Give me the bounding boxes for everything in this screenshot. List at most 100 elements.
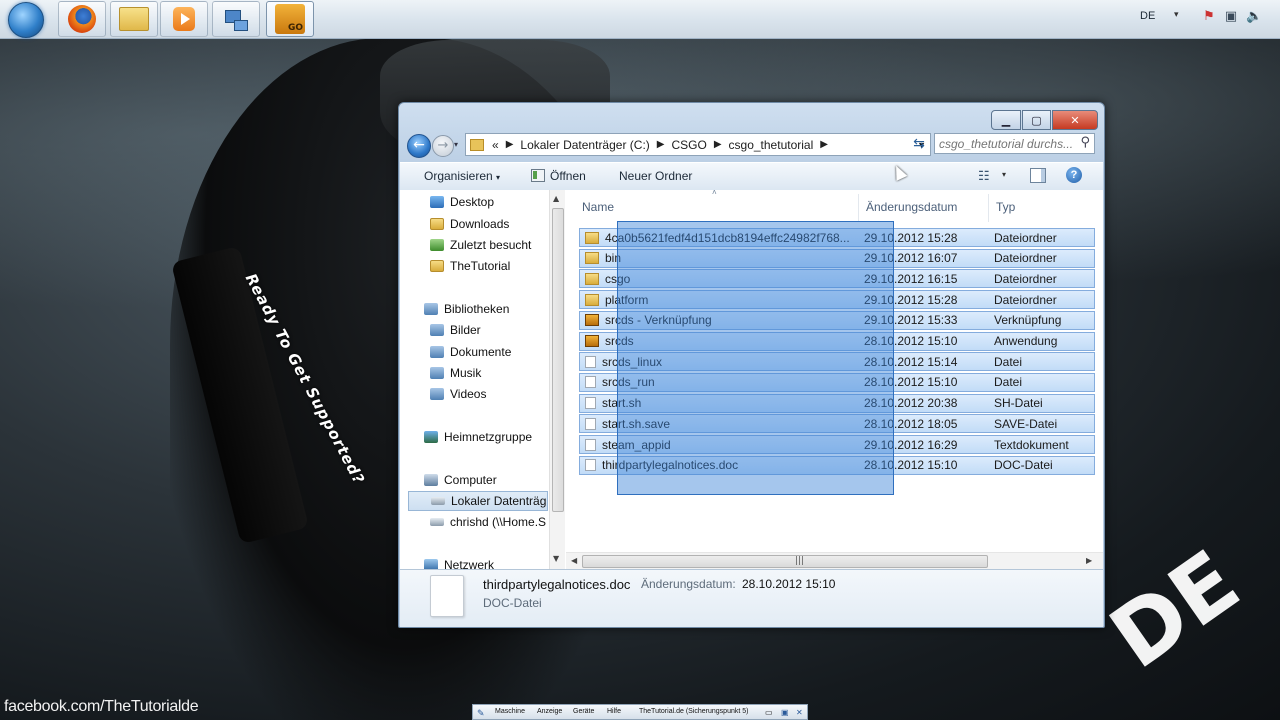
network-warning-icon[interactable]: ⚑ (1202, 10, 1216, 24)
close-vm-icon[interactable]: ✕ (796, 708, 803, 717)
breadcrumb-drive[interactable]: Lokaler Datenträger (C:) (520, 138, 649, 152)
folder-icon (430, 260, 444, 272)
minimize-button[interactable]: ▁ (991, 110, 1021, 130)
file-type: Textdokument (994, 437, 1069, 452)
address-prefix[interactable]: « (492, 138, 499, 152)
nav-desktop[interactable]: Desktop (430, 192, 494, 212)
new-folder-button[interactable]: Neuer Ordner (619, 169, 692, 183)
file-type: Dateiordner (994, 230, 1057, 245)
nav-libraries[interactable]: Bibliotheken (424, 299, 509, 319)
desktop-icon (430, 196, 444, 208)
view-options-icon[interactable]: ☷ (978, 168, 990, 184)
help-icon[interactable]: ? (1066, 167, 1082, 183)
chevron-right-icon: ▶ (713, 139, 722, 150)
display-icon[interactable]: ▣ (1224, 10, 1238, 24)
folder-icon (585, 231, 599, 244)
nav-label: Bilder (450, 323, 481, 337)
navigation-scrollbar[interactable]: ▲ ▼ (549, 190, 565, 569)
window-controls: ▁ ▢ ✕ (991, 110, 1098, 130)
chevron-right-icon: ▶ (820, 139, 828, 150)
nav-recent[interactable]: Zuletzt besucht (430, 235, 531, 255)
nav-pictures[interactable]: Bilder (430, 320, 481, 340)
file-type: Datei (994, 354, 1023, 369)
downloads-folder-icon (430, 218, 444, 230)
menu-help[interactable]: Hilfe (607, 708, 621, 715)
pin-icon[interactable]: ✎ (477, 708, 485, 719)
details-file-type: DOC-Datei (483, 596, 542, 610)
nav-network-drive[interactable]: chrishd (\\Home.S (430, 512, 546, 532)
nav-local-drive[interactable]: Lokaler Datenträg (408, 491, 548, 511)
nav-label: Musik (450, 366, 482, 380)
menu-devices[interactable]: Geräte (573, 708, 594, 715)
close-button[interactable]: ✕ (1052, 110, 1098, 130)
wallpaper-brand-text: DE (1093, 531, 1258, 689)
nav-network[interactable]: Netzwerk (424, 555, 494, 569)
file-type: SH-Datei (994, 396, 1043, 411)
file-type: SAVE-Datei (994, 416, 1058, 431)
back-button[interactable]: ← (407, 134, 431, 158)
file-type: Dateiordner (994, 271, 1057, 286)
scroll-left-icon[interactable]: ◀ (571, 556, 577, 565)
open-button[interactable]: Öffnen (531, 169, 586, 183)
taskbar-explorer-button[interactable] (110, 1, 158, 37)
vm-title: TheTutorial.de (Sicherungspunkt 5) (639, 708, 749, 715)
nav-label: Heimnetzgruppe (444, 430, 533, 444)
taskbar-network-button[interactable] (212, 1, 260, 37)
details-date-label: Änderungsdatum: (641, 577, 736, 591)
breadcrumb-csgo-thetutorial[interactable]: csgo_thetutorial (729, 138, 814, 152)
nav-documents[interactable]: Dokumente (430, 342, 511, 362)
column-header-date[interactable]: Änderungsdatum (866, 200, 957, 214)
taskbar-firefox-button[interactable] (58, 1, 106, 37)
scroll-thumb[interactable] (552, 208, 564, 512)
search-icon[interactable]: ⚲ (1080, 135, 1090, 150)
search-box[interactable]: ⚲ (934, 133, 1095, 154)
taskbar-media-player-button[interactable] (160, 1, 208, 37)
selection-rectangle (617, 221, 894, 495)
facebook-url-text: facebook.com/TheTutorialde (4, 698, 199, 715)
address-bar[interactable]: « ▶ Lokaler Datenträger (C:) ▶ CSGO ▶ cs… (465, 133, 931, 156)
nav-label: Zuletzt besucht (450, 238, 532, 252)
file-type: Dateiordner (994, 251, 1057, 266)
start-button[interactable] (8, 2, 44, 38)
nav-music[interactable]: Musik (430, 363, 481, 383)
menu-view[interactable]: Anzeige (537, 708, 562, 715)
column-header-name[interactable]: Name (582, 200, 614, 214)
nav-videos[interactable]: Videos (430, 384, 486, 404)
application-icon (585, 314, 599, 327)
breadcrumb-csgo[interactable]: CSGO (671, 138, 706, 152)
nav-homegroup[interactable]: Heimnetzgruppe (424, 427, 532, 447)
menu-machine[interactable]: Maschine (495, 708, 525, 715)
language-indicator[interactable]: DE (1140, 10, 1155, 22)
file-icon (585, 355, 596, 368)
preview-pane-icon[interactable] (1030, 168, 1046, 183)
nav-thetutorial[interactable]: TheTutorial (430, 256, 510, 276)
view-dropdown-icon[interactable]: ▾ (1002, 170, 1006, 179)
restore-vm-icon[interactable]: ▣ (781, 708, 789, 717)
nav-label: Downloads (450, 217, 510, 231)
tray-expand-icon[interactable]: ▾ (1174, 10, 1179, 20)
column-divider[interactable] (988, 194, 989, 222)
file-type: DOC-Datei (994, 458, 1053, 473)
scroll-thumb[interactable]: ||| (582, 555, 988, 568)
minimize-vm-icon[interactable]: ▭ (765, 708, 773, 717)
column-header-type[interactable]: Typ (996, 200, 1015, 214)
horizontal-scrollbar[interactable]: ◀ ||| ▶ (566, 552, 1103, 570)
sort-indicator-icon: ˄ (712, 190, 717, 197)
nav-downloads[interactable]: Downloads (430, 214, 509, 234)
refresh-button[interactable]: ⇆ (909, 134, 929, 154)
scroll-right-icon[interactable]: ▶ (1086, 556, 1092, 565)
search-input[interactable] (935, 134, 1079, 153)
forward-button[interactable]: → (432, 135, 454, 157)
nav-label: chrishd (\\Home.S (450, 515, 547, 529)
nav-computer[interactable]: Computer (424, 470, 497, 490)
column-divider[interactable] (858, 194, 859, 222)
volume-icon[interactable]: 🔈 (1246, 10, 1262, 24)
scroll-down-icon[interactable]: ▼ (553, 554, 559, 563)
details-file-name: thirdpartylegalnotices.doc (483, 577, 631, 592)
maximize-button[interactable]: ▢ (1022, 110, 1051, 130)
organize-button[interactable]: Organisieren ▾ (424, 169, 500, 183)
scroll-up-icon[interactable]: ▲ (553, 194, 559, 203)
file-icon (585, 417, 596, 430)
taskbar-csgo-button[interactable]: GO (266, 1, 314, 37)
history-dropdown-icon[interactable]: ▾ (454, 140, 458, 149)
